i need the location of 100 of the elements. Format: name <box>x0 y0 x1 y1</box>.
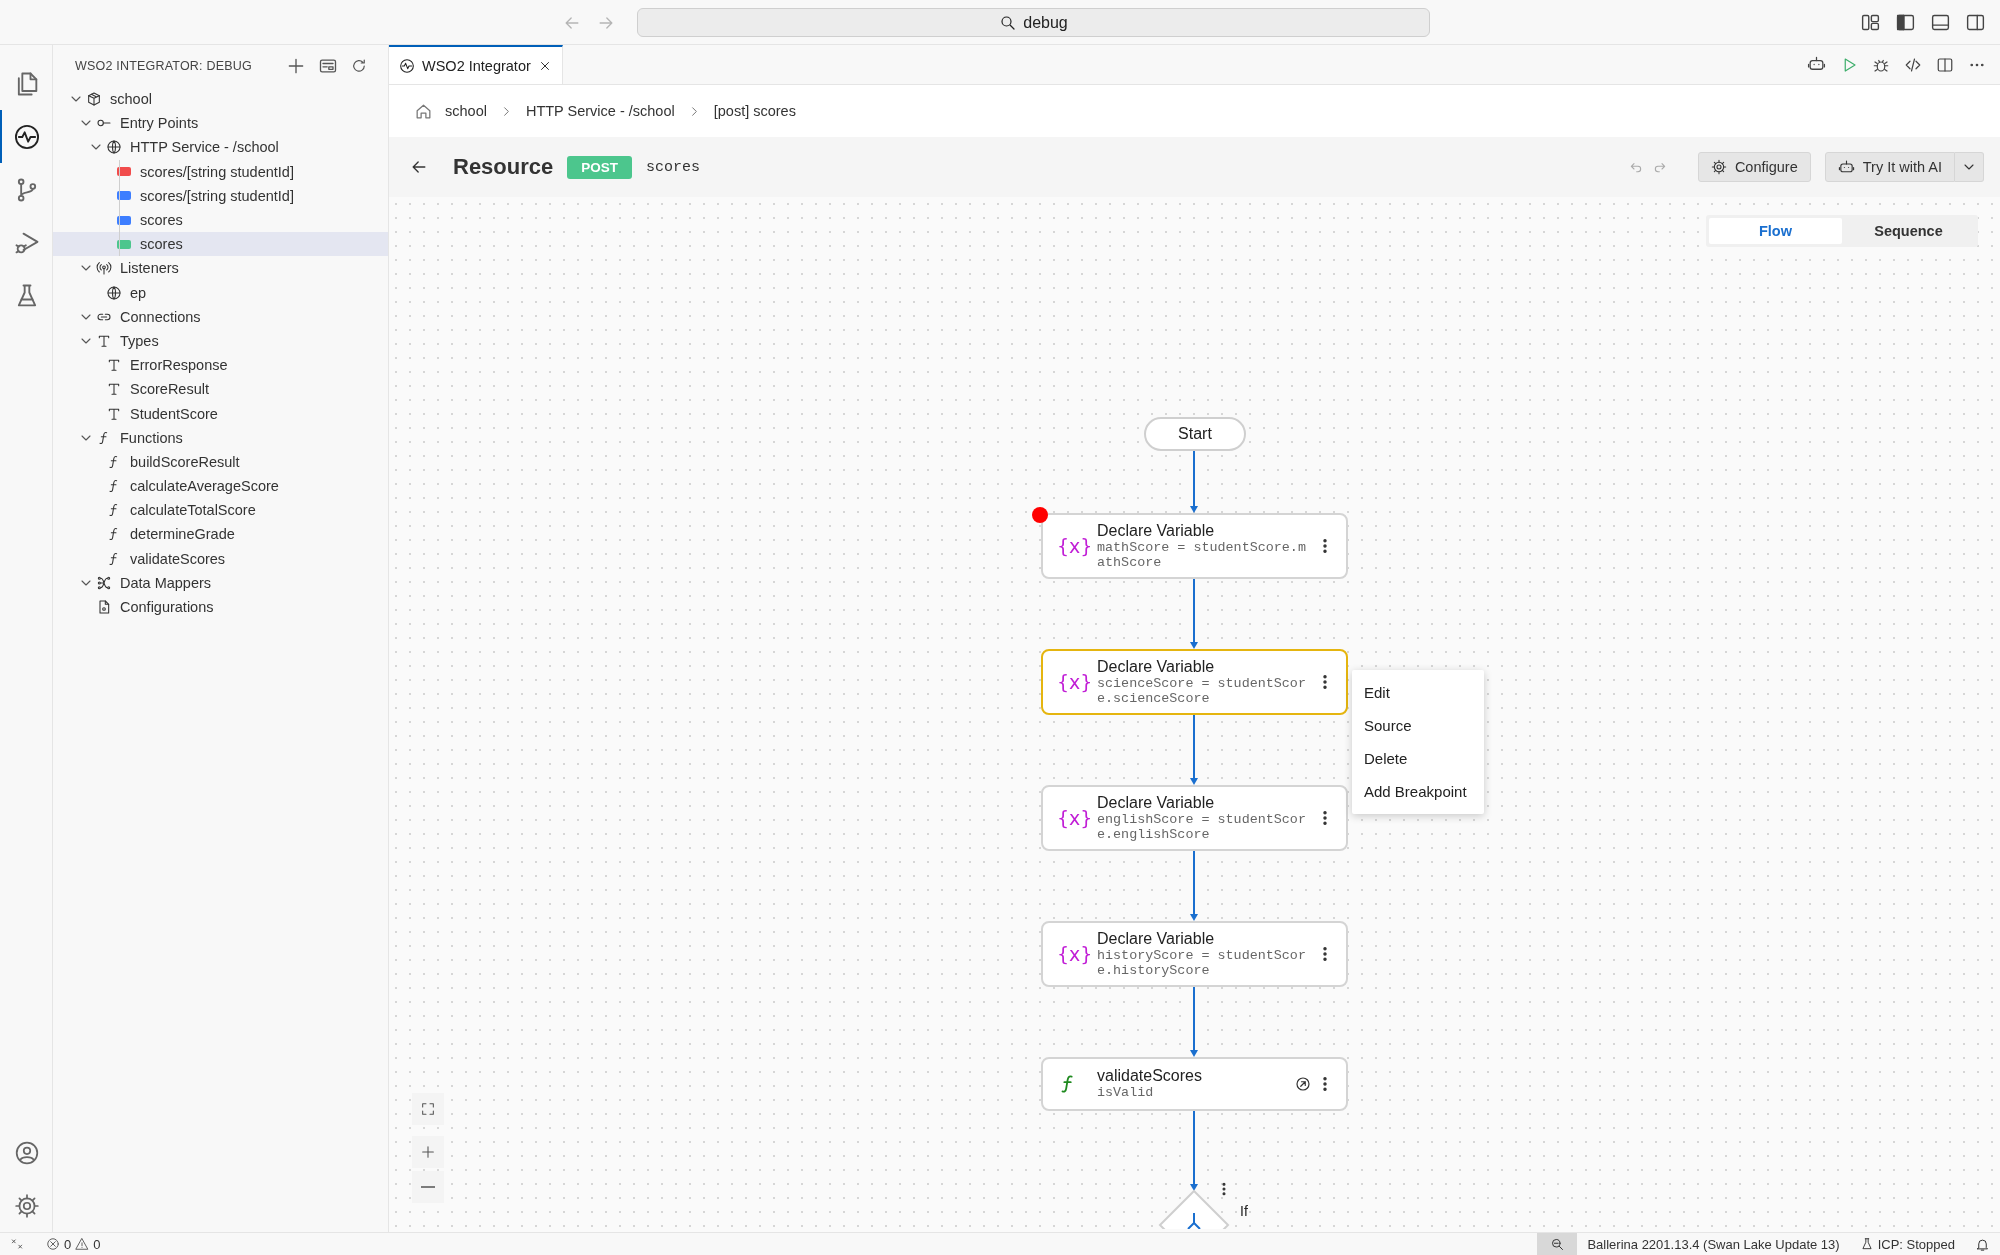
antenna-icon <box>96 260 112 277</box>
beaker-icon <box>1859 1237 1874 1251</box>
status-version[interactable]: Ballerina 2201.13.4 (Swan Lake Update 13) <box>1577 1236 1850 1252</box>
secondary-sidebar-icon[interactable] <box>1965 12 1986 33</box>
menu-item[interactable]: Source <box>1352 709 1484 742</box>
menu-item[interactable]: Add Breakpoint <box>1352 775 1484 808</box>
tree-item[interactable]: Entry Points <box>53 111 388 136</box>
document-icon <box>96 599 112 616</box>
minus-icon <box>421 1185 435 1189</box>
breadcrumb-link[interactable]: [post] scores <box>713 103 796 119</box>
tree-item[interactable]: Functions <box>53 425 388 450</box>
connector-arrow <box>1190 850 1198 921</box>
node-expression: englishScore = studentScore.englishScore <box>1097 813 1306 842</box>
page-title: Resource <box>453 154 554 180</box>
variable-icon: {x} <box>1057 943 1097 965</box>
account-icon[interactable] <box>14 1139 40 1166</box>
variable-icon: {x} <box>1057 807 1097 829</box>
tree-item[interactable]: StudentScore <box>53 401 388 426</box>
view-toggle-tab[interactable]: Flow <box>1709 218 1842 244</box>
tree-item[interactable]: scores <box>53 207 388 233</box>
tree-item-label: ep <box>130 284 147 301</box>
variable-node[interactable]: {x} Declare Variable historyScore = studentScore.historyScore <box>1041 921 1348 987</box>
pulse-icon <box>399 57 415 74</box>
tree-item[interactable]: scores/[string studentId] <box>53 183 388 208</box>
zoom-out-button[interactable] <box>1537 1232 1578 1255</box>
variable-node[interactable]: {x} Declare Variable mathScore = studentScore.mathScore <box>1041 513 1348 579</box>
tree-item[interactable]: Configurations <box>53 594 388 620</box>
refresh-icon[interactable] <box>350 57 368 75</box>
function-call-node[interactable]: validateScores isValid <box>1041 1057 1348 1111</box>
status-icp[interactable]: ICP: Stopped <box>1877 1236 1955 1252</box>
if-node[interactable] <box>1158 1189 1230 1229</box>
tree-item[interactable]: Types <box>53 328 388 354</box>
breadcrumb-link[interactable]: HTTP Service - /school <box>525 103 675 119</box>
tree-item-label: ErrorResponse <box>130 357 228 374</box>
start-node[interactable]: Start <box>1144 417 1246 451</box>
connector-arrow <box>1190 450 1198 513</box>
type-t-icon <box>106 381 122 398</box>
warning-count[interactable]: 0 <box>93 1236 101 1252</box>
variable-icon: {x} <box>1057 671 1097 693</box>
tree-item[interactable]: ScoreResult <box>53 377 388 402</box>
variable-node[interactable]: {x} Declare Variable scienceScore = studentScore.scienceScore <box>1041 649 1348 715</box>
variable-node[interactable]: {x} Declare Variable englishScore = studentScore.englishScore <box>1041 785 1348 851</box>
node-expression: historyScore = studentScore.historyScore <box>1097 949 1306 978</box>
sidebar-title: WSO2 INTEGRATOR: DEBUG <box>75 59 253 73</box>
tree-item[interactable]: ErrorResponse <box>53 353 388 378</box>
tree-item[interactable]: scores <box>53 232 388 257</box>
jump-icon[interactable] <box>1294 1075 1312 1093</box>
fit-view-button[interactable] <box>412 1093 444 1125</box>
tree-item[interactable]: Listeners <box>53 256 388 281</box>
tree-item[interactable]: HTTP Service - /school <box>53 135 388 160</box>
tree-item[interactable]: ep <box>53 280 388 305</box>
tree-item-label: HTTP Service - /school <box>130 139 279 156</box>
tree-item[interactable]: validateScores <box>53 546 388 571</box>
tree-item[interactable]: Connections <box>53 304 388 329</box>
fit-view-icon <box>420 1101 436 1117</box>
package-icon <box>86 91 102 108</box>
sidebar-toggle-icon[interactable] <box>1895 12 1916 33</box>
error-icon <box>46 1237 60 1251</box>
editor-tab[interactable]: WSO2 Integrator <box>389 45 563 84</box>
tree-item[interactable]: calculateAverageScore <box>53 474 388 499</box>
connector-arrow <box>1190 986 1198 1057</box>
node-expression: isValid <box>1097 1086 1155 1101</box>
node-title: Declare Variable <box>1097 522 1216 541</box>
tree-item[interactable]: Data Mappers <box>53 570 388 595</box>
resource-path: scores <box>646 158 701 176</box>
tree-item[interactable]: buildScoreResult <box>53 449 388 474</box>
zoom-out-button[interactable] <box>412 1171 444 1203</box>
tree-item-label: determineGrade <box>130 526 235 543</box>
tree-item[interactable]: scores/[string studentId] <box>53 159 388 184</box>
split-editor-icon[interactable] <box>1936 55 1954 74</box>
error-count[interactable]: 0 <box>64 1236 72 1252</box>
zoom-out-icon <box>1549 1236 1565 1252</box>
breakpoint-dot[interactable] <box>1032 507 1048 523</box>
tree-item-label: school <box>110 91 152 108</box>
menu-item[interactable]: Delete <box>1352 742 1484 775</box>
menu-item[interactable]: Edit <box>1352 676 1484 709</box>
configure-button[interactable]: Configure <box>1697 152 1811 182</box>
node-expression: scienceScore = studentScore.scienceScore <box>1097 677 1306 706</box>
node-title: Declare Variable <box>1097 794 1216 813</box>
bell-icon[interactable] <box>1975 1236 1990 1252</box>
command-search-bar[interactable]: debug <box>637 8 1430 37</box>
settings-icon[interactable] <box>14 1192 40 1219</box>
tree-item-label: scores <box>140 212 183 229</box>
pulse-icon[interactable] <box>13 122 41 151</box>
tree-item[interactable]: school <box>53 87 388 112</box>
tree-item[interactable]: calculateTotalScore <box>53 498 388 523</box>
tree-item[interactable]: determineGrade <box>53 522 388 547</box>
search-text: debug <box>1023 13 1068 32</box>
tree-item-label: ScoreResult <box>130 381 209 398</box>
panel-toggle-icon[interactable] <box>1930 12 1951 33</box>
add-icon[interactable] <box>286 56 306 76</box>
home-icon[interactable] <box>414 101 433 121</box>
view-toggle-tab[interactable]: Sequence <box>1842 218 1975 244</box>
layout-grid-icon[interactable] <box>1860 12 1881 33</box>
code-icon[interactable] <box>1904 55 1922 74</box>
breadcrumb-link[interactable]: school <box>445 103 487 119</box>
try-ai-button[interactable]: Try It with AI <box>1824 152 1955 182</box>
tree-item-label: calculateAverageScore <box>130 478 279 495</box>
connector-arrow <box>1190 578 1198 649</box>
remote-icon[interactable] <box>10 1237 24 1251</box>
